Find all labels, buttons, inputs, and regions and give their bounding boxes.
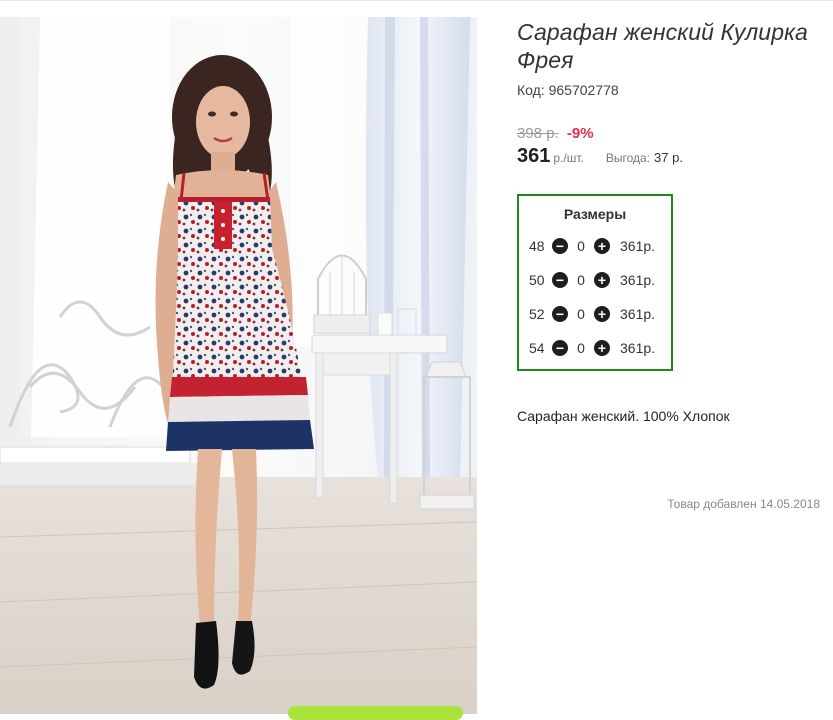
size-price: 361р. bbox=[620, 238, 656, 254]
product-info: Сарафан женский Кулирка Фрея Код: 965702… bbox=[517, 18, 827, 424]
plus-circle-icon[interactable]: + bbox=[594, 306, 610, 322]
size-price: 361р. bbox=[620, 340, 656, 356]
discount-badge: -9% bbox=[566, 125, 594, 142]
size-row-52: 52 − 0 + 361р. bbox=[519, 297, 671, 331]
product-code: Код: 965702778 bbox=[517, 82, 827, 98]
size-row-50: 50 − 0 + 361р. bbox=[519, 263, 671, 297]
current-price: 361 bbox=[517, 145, 551, 167]
plus-circle-icon[interactable]: + bbox=[594, 340, 610, 356]
minus-circle-icon[interactable]: − bbox=[552, 272, 568, 288]
size-label: 50 bbox=[529, 272, 545, 288]
quantity-value[interactable]: 0 bbox=[568, 272, 594, 288]
size-label: 48 bbox=[529, 238, 545, 254]
size-label: 54 bbox=[529, 340, 545, 356]
plus-circle-icon[interactable]: + bbox=[594, 238, 610, 254]
product-photo-illustration bbox=[0, 17, 477, 714]
top-divider bbox=[0, 0, 833, 1]
size-price: 361р. bbox=[620, 306, 656, 322]
size-row-48: 48 − 0 + 361р. bbox=[519, 229, 671, 263]
product-code-label: Код: bbox=[517, 82, 545, 98]
add-to-cart-button[interactable] bbox=[288, 706, 463, 720]
size-row-54: 54 − 0 + 361р. bbox=[519, 331, 671, 365]
quantity-value[interactable]: 0 bbox=[568, 238, 594, 254]
old-price-row: 398 р. -9% bbox=[517, 125, 827, 142]
added-date: Товар добавлен 14.05.2018 bbox=[667, 497, 820, 511]
minus-circle-icon[interactable]: − bbox=[552, 238, 568, 254]
minus-circle-icon[interactable]: − bbox=[552, 306, 568, 322]
savings-value: 37 р. bbox=[654, 150, 683, 165]
minus-circle-icon[interactable]: − bbox=[552, 340, 568, 356]
sizes-title: Размеры bbox=[563, 206, 627, 222]
savings-label: Выгода: bbox=[605, 151, 651, 165]
price-row: 361 р./шт. Выгода: 37 р. bbox=[517, 145, 827, 168]
plus-circle-icon[interactable]: + bbox=[594, 272, 610, 288]
sizes-panel: Размеры 48 − 0 + 361р. 50 − 0 + 361р. 52… bbox=[517, 194, 673, 371]
size-label: 52 bbox=[529, 306, 545, 322]
price-unit: р./шт. bbox=[553, 151, 584, 165]
product-photo[interactable] bbox=[0, 17, 477, 714]
quantity-value[interactable]: 0 bbox=[568, 340, 594, 356]
size-price: 361р. bbox=[620, 272, 656, 288]
old-price: 398 р. bbox=[517, 125, 559, 142]
product-description: Сарафан женский. 100% Хлопок bbox=[517, 408, 730, 424]
quantity-value[interactable]: 0 bbox=[568, 306, 594, 322]
product-title: Сарафан женский Кулирка Фрея bbox=[517, 19, 808, 73]
product-code-value: 965702778 bbox=[548, 82, 619, 98]
